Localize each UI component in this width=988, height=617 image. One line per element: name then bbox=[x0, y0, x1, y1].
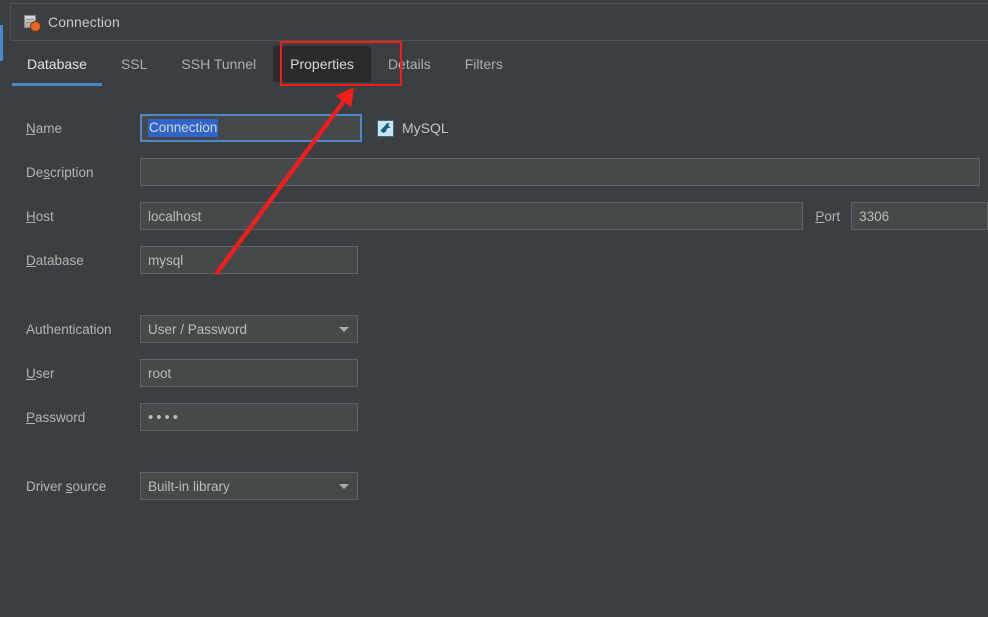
name-input[interactable]: Connection bbox=[140, 114, 362, 142]
host-input[interactable]: localhost bbox=[140, 202, 804, 230]
window-titlebar: Connection bbox=[10, 3, 988, 41]
tab-filters[interactable]: Filters bbox=[448, 42, 520, 86]
field-row-host: Host localhost Port 3306 bbox=[10, 202, 988, 230]
field-row-description: Description bbox=[10, 158, 988, 186]
authentication-select[interactable]: User / Password bbox=[140, 315, 358, 343]
field-row-password: Password •••• bbox=[10, 403, 510, 431]
driver-source-select[interactable]: Built-in library bbox=[140, 472, 358, 500]
description-input[interactable] bbox=[140, 158, 980, 186]
database-input[interactable]: mysql bbox=[140, 246, 358, 274]
driver-source-select-value: Built-in library bbox=[148, 478, 230, 494]
port-label: Port bbox=[815, 208, 841, 224]
name-label: Name bbox=[26, 120, 63, 136]
field-row-name: Name Connection MySQL bbox=[10, 114, 510, 142]
driver-badge-label: MySQL bbox=[402, 120, 449, 136]
driver-badge: MySQL bbox=[377, 119, 449, 137]
name-input-value: Connection bbox=[148, 119, 219, 137]
host-label: Host bbox=[26, 208, 54, 224]
field-row-database: Database mysql bbox=[10, 246, 510, 274]
window-edge-accent bbox=[0, 25, 3, 61]
tab-ssl[interactable]: SSL bbox=[104, 42, 164, 86]
chevron-down-icon bbox=[339, 483, 349, 489]
user-label: User bbox=[26, 365, 55, 381]
password-label: Password bbox=[26, 409, 86, 425]
password-input-value: •••• bbox=[148, 408, 182, 426]
window-title: Connection bbox=[48, 14, 120, 30]
tab-properties[interactable]: Properties bbox=[273, 46, 371, 82]
database-connection-icon bbox=[23, 14, 40, 31]
user-input[interactable]: root bbox=[140, 359, 358, 387]
authentication-select-value: User / Password bbox=[148, 321, 248, 337]
tab-details[interactable]: Details bbox=[371, 42, 448, 86]
chevron-down-icon bbox=[339, 326, 349, 332]
mysql-dolphin-icon bbox=[377, 119, 394, 137]
password-input[interactable]: •••• bbox=[140, 403, 358, 431]
field-row-user: User root bbox=[10, 359, 510, 387]
port-input[interactable]: 3306 bbox=[851, 202, 988, 230]
field-row-driver-source: Driver source Built-in library bbox=[10, 472, 510, 500]
database-label: Database bbox=[26, 252, 84, 268]
field-row-authentication: Authentication User / Password bbox=[10, 315, 510, 343]
database-settings-form: Name Connection MySQL Description Host l… bbox=[10, 86, 988, 617]
description-label: Description bbox=[26, 164, 94, 180]
driver-source-label: Driver source bbox=[26, 478, 107, 494]
settings-tab-bar: Database SSL SSH Tunnel Properties Detai… bbox=[10, 42, 988, 87]
authentication-label: Authentication bbox=[26, 321, 112, 337]
tab-ssh-tunnel[interactable]: SSH Tunnel bbox=[164, 42, 273, 86]
tab-database[interactable]: Database bbox=[10, 42, 104, 86]
